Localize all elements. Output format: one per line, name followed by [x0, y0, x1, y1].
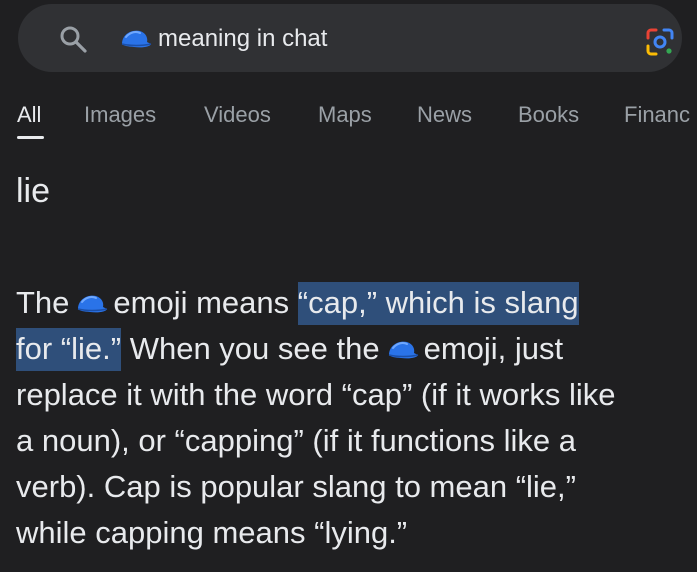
search-query-text[interactable]: meaning in chat: [158, 24, 327, 54]
snippet-text: The: [16, 285, 70, 320]
snippet-text: emoji means: [113, 285, 290, 320]
blue-cap-icon: [121, 30, 152, 48]
snippet-line-2: for “lie.” When you see the emoji, just: [16, 326, 688, 372]
snippet-text: When you see the: [129, 331, 380, 366]
tab-all[interactable]: All: [17, 102, 41, 128]
blue-cap-icon: [388, 341, 418, 359]
active-tab-indicator: [17, 136, 44, 139]
tab-maps[interactable]: Maps: [318, 102, 372, 128]
search-bar[interactable]: meaning in chat: [18, 4, 682, 72]
tab-images[interactable]: Images: [84, 102, 156, 128]
blue-cap-icon: [78, 295, 108, 313]
result-title: lie: [16, 172, 51, 210]
snippet-line-1: The emoji means “cap,” which is slang: [16, 280, 688, 326]
snippet-line-3: replace it with the word “cap” (if it wo…: [16, 377, 616, 412]
highlighted-text: “cap,” which is slang: [297, 282, 579, 325]
highlighted-text: for “lie.”: [16, 328, 122, 371]
snippet-text: emoji, just: [423, 331, 564, 366]
search-results-page: meaning in chat All Images Videos Maps N…: [0, 0, 697, 572]
google-lens-icon[interactable]: [642, 24, 678, 60]
tab-books[interactable]: Books: [518, 102, 579, 128]
snippet-line-4: a noun), or “capping” (if it functions l…: [16, 423, 576, 458]
snippet-line-6: while capping means “lying.”: [16, 515, 408, 550]
result-snippet: The emoji means “cap,” which is slang fo…: [16, 280, 688, 556]
search-icon[interactable]: [58, 24, 88, 54]
search-tabs: All Images Videos Maps News Books Financ: [0, 96, 697, 140]
tab-news[interactable]: News: [417, 102, 472, 128]
tab-finance[interactable]: Financ: [624, 102, 690, 128]
tab-videos[interactable]: Videos: [204, 102, 271, 128]
snippet-line-5: verb). Cap is popular slang to mean “lie…: [16, 469, 576, 504]
